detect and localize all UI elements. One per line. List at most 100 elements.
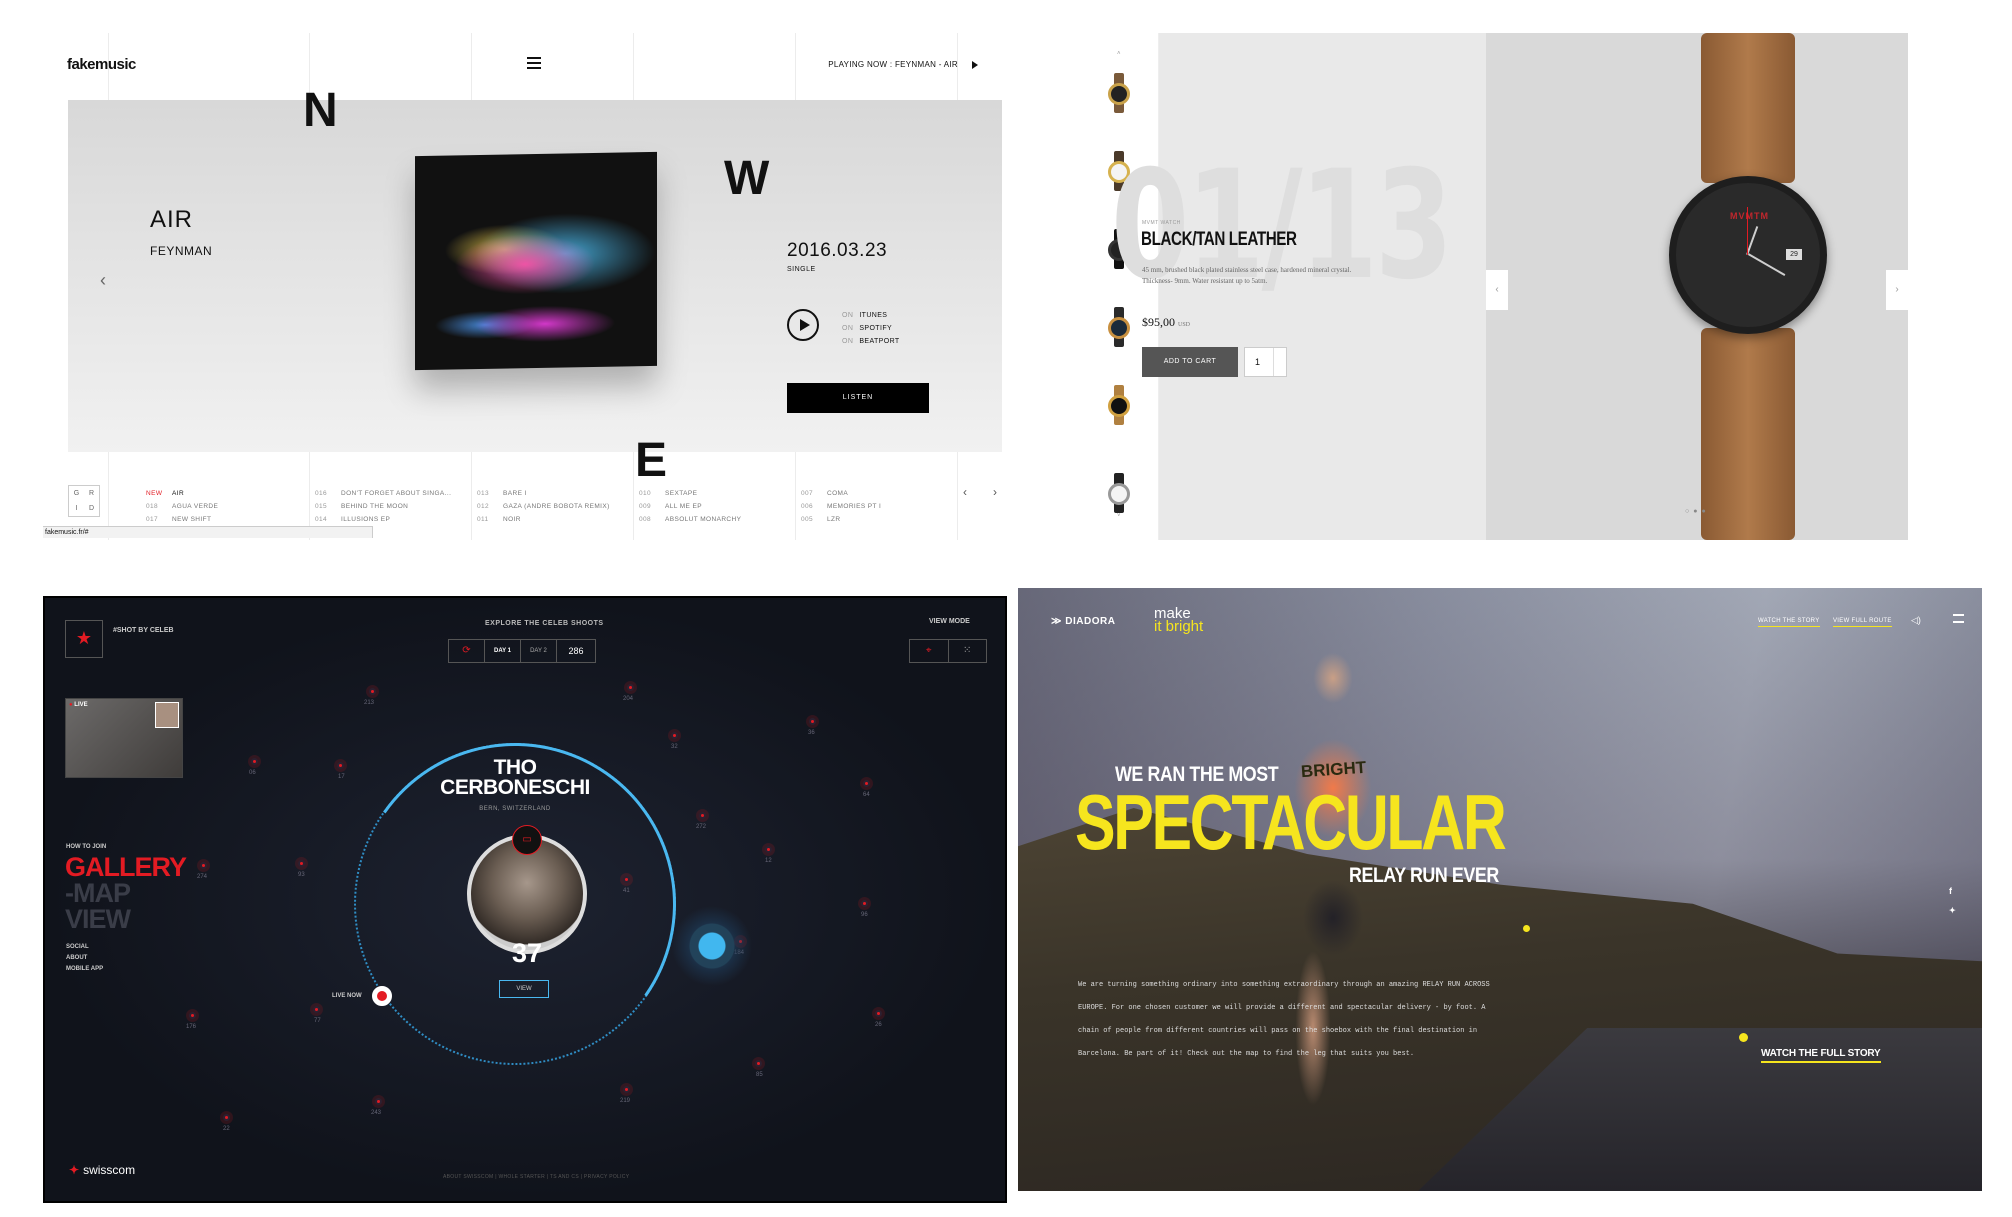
grid-toggle[interactable]: G R I D (68, 485, 100, 517)
map-pin[interactable] (313, 1006, 320, 1013)
watch-strap-top (1701, 33, 1795, 183)
scroll-down-icon[interactable]: ˅ (1117, 513, 1121, 519)
twitter-icon[interactable]: ✦ (1949, 906, 1956, 915)
social-link[interactable]: SOCIAL (66, 942, 103, 953)
list-prev-icon[interactable]: ‹ (963, 485, 967, 499)
list-item[interactable]: 005 LZR (801, 513, 881, 526)
store-link-spotify[interactable]: ON SPOTIFY (842, 322, 900, 335)
watch-thumb[interactable] (1105, 385, 1133, 425)
next-slide-button[interactable]: › (1886, 270, 1908, 310)
play-button[interactable] (787, 309, 819, 341)
view-mode-toggle: ⌖ ⁙ (909, 639, 987, 663)
refresh-icon[interactable]: ⟳ (449, 640, 485, 662)
watch-full-story-link[interactable]: WATCH THE FULL STORY (1761, 1048, 1881, 1063)
map-pin[interactable] (755, 1060, 762, 1067)
secondary-links: SOCIAL ABOUT MOBILE APP (66, 942, 103, 975)
list-next-icon[interactable]: › (993, 485, 997, 499)
list-item[interactable]: NEW AIR (146, 487, 218, 500)
map-pin[interactable] (189, 1012, 196, 1019)
shot-by-celeb-label: #SHOT BY CELEB (113, 627, 174, 634)
headline-main: SPECTACULAR (1075, 778, 1507, 866)
watch-thumb[interactable] (1105, 73, 1133, 113)
footer-links[interactable]: ABOUT SWISSCOM | WHOLE STARTER | TS AND … (443, 1174, 629, 1180)
shoot-counter[interactable]: 286 (557, 640, 595, 662)
view-full-route-link[interactable]: VIEW FULL ROUTE (1833, 618, 1892, 627)
sound-icon[interactable]: ◁) (1911, 615, 1921, 626)
slide-dots[interactable]: ○●● (1685, 508, 1710, 515)
site-logo[interactable]: fakemusic (67, 56, 136, 73)
now-playing[interactable]: PLAYING NOW : FEYNMAN - AIR (828, 60, 978, 69)
list-item[interactable]: 017 NEW SHIFT (146, 513, 218, 526)
map-link[interactable]: -MAP (65, 880, 131, 907)
scroll-up-icon[interactable]: ˄ (1117, 51, 1121, 57)
camera-icon[interactable]: ▭ (512, 825, 542, 855)
view-mode-label: VIEW MODE (929, 618, 970, 625)
map-pin[interactable] (200, 862, 207, 869)
map-pin[interactable] (623, 1086, 630, 1093)
timeline-handle[interactable] (672, 906, 752, 986)
map-pin-icon[interactable]: ⌖ (910, 640, 949, 662)
diadora-panel: ≫ DIADORA make it bright WATCH THE STORY … (1018, 588, 1982, 1191)
prev-slide-button[interactable]: ‹ (1486, 270, 1508, 310)
map-pin[interactable] (863, 780, 870, 787)
list-item[interactable]: 011 NOIR (477, 513, 610, 526)
gallery-link[interactable]: GALLERY (65, 854, 187, 881)
listen-button[interactable]: LISTEN (787, 383, 929, 413)
view-link[interactable]: VIEW (65, 906, 131, 933)
prev-arrow-icon[interactable]: ‹ (100, 270, 106, 291)
list-item[interactable]: 007 COMA (801, 487, 881, 500)
track-list-col-1: NEW AIR 018 AGUA VERDE 017 NEW SHIFT (146, 487, 218, 526)
map-pin[interactable] (375, 1098, 382, 1105)
map-pin[interactable] (627, 684, 634, 691)
map-pin[interactable] (809, 718, 816, 725)
list-item[interactable]: 010 SEXTAPE (639, 487, 741, 500)
how-to-join-link[interactable]: HOW TO JOIN (66, 844, 106, 850)
route-dot[interactable] (1739, 1033, 1748, 1042)
list-item[interactable]: 009 ALL ME EP (639, 500, 741, 513)
about-link[interactable]: ABOUT (66, 953, 103, 964)
map-pin[interactable] (699, 812, 706, 819)
headline-bottom: RELAY RUN EVER (1349, 864, 1499, 887)
list-item[interactable]: 013 BARE I (477, 487, 610, 500)
list-item[interactable]: 015 BEHIND THE MOON (315, 500, 451, 513)
watch-the-story-link[interactable]: WATCH THE STORY (1758, 618, 1820, 627)
list-item[interactable]: 018 AGUA VERDE (146, 500, 218, 513)
menu-icon[interactable] (1953, 614, 1964, 623)
letter-e: E (635, 434, 668, 487)
list-item[interactable]: 008 ABSOLUT MONARCHY (639, 513, 741, 526)
map-pin[interactable] (337, 762, 344, 769)
store-link-itunes[interactable]: ON ITUNES (842, 309, 900, 322)
map-pin[interactable] (861, 900, 868, 907)
star-logo-icon[interactable]: ★ (65, 620, 103, 658)
mobile-app-link[interactable]: MOBILE APP (66, 964, 103, 975)
celeb-first-name: THO (493, 756, 537, 779)
tab-day-1[interactable]: DAY 1 (485, 640, 521, 662)
map-pin[interactable] (369, 688, 376, 695)
list-item[interactable]: 016 DON'T FORGET ABOUT SINGA... (315, 487, 451, 500)
album-cover[interactable] (415, 151, 657, 371)
add-to-cart-button[interactable]: ADD TO CART (1142, 347, 1238, 377)
map-pin[interactable] (223, 1114, 230, 1121)
store-link-beatport[interactable]: ON BEATPORT (842, 335, 900, 348)
map-pin[interactable] (765, 846, 772, 853)
tab-day-2[interactable]: DAY 2 (521, 640, 557, 662)
list-item[interactable]: 006 MEMORIES PT I (801, 500, 881, 513)
map-pin[interactable] (251, 758, 258, 765)
live-now-button[interactable] (372, 986, 392, 1006)
watch-thumb[interactable] (1105, 473, 1133, 513)
list-item[interactable]: 012 GAZA (ANDRE BOBOTA REMIX) (477, 500, 610, 513)
facebook-icon[interactable]: f (1949, 886, 1952, 896)
grid-icon[interactable]: ⁙ (949, 640, 987, 662)
route-dot (1523, 925, 1530, 932)
map-pin[interactable] (671, 732, 678, 739)
quantity-stepper[interactable]: 1 (1244, 347, 1287, 377)
swisscom-logo[interactable]: ✦ swisscom (69, 1163, 135, 1177)
map-pin[interactable] (875, 1010, 882, 1017)
menu-icon[interactable] (527, 57, 541, 69)
avatar[interactable] (155, 702, 179, 728)
diadora-logo[interactable]: ≫ DIADORA (1051, 616, 1115, 627)
map-pin[interactable] (298, 860, 305, 867)
view-button[interactable]: VIEW (499, 980, 549, 998)
list-item[interactable]: 014 ILLUSIONS EP (315, 513, 451, 526)
watch-thumb[interactable] (1105, 307, 1133, 347)
